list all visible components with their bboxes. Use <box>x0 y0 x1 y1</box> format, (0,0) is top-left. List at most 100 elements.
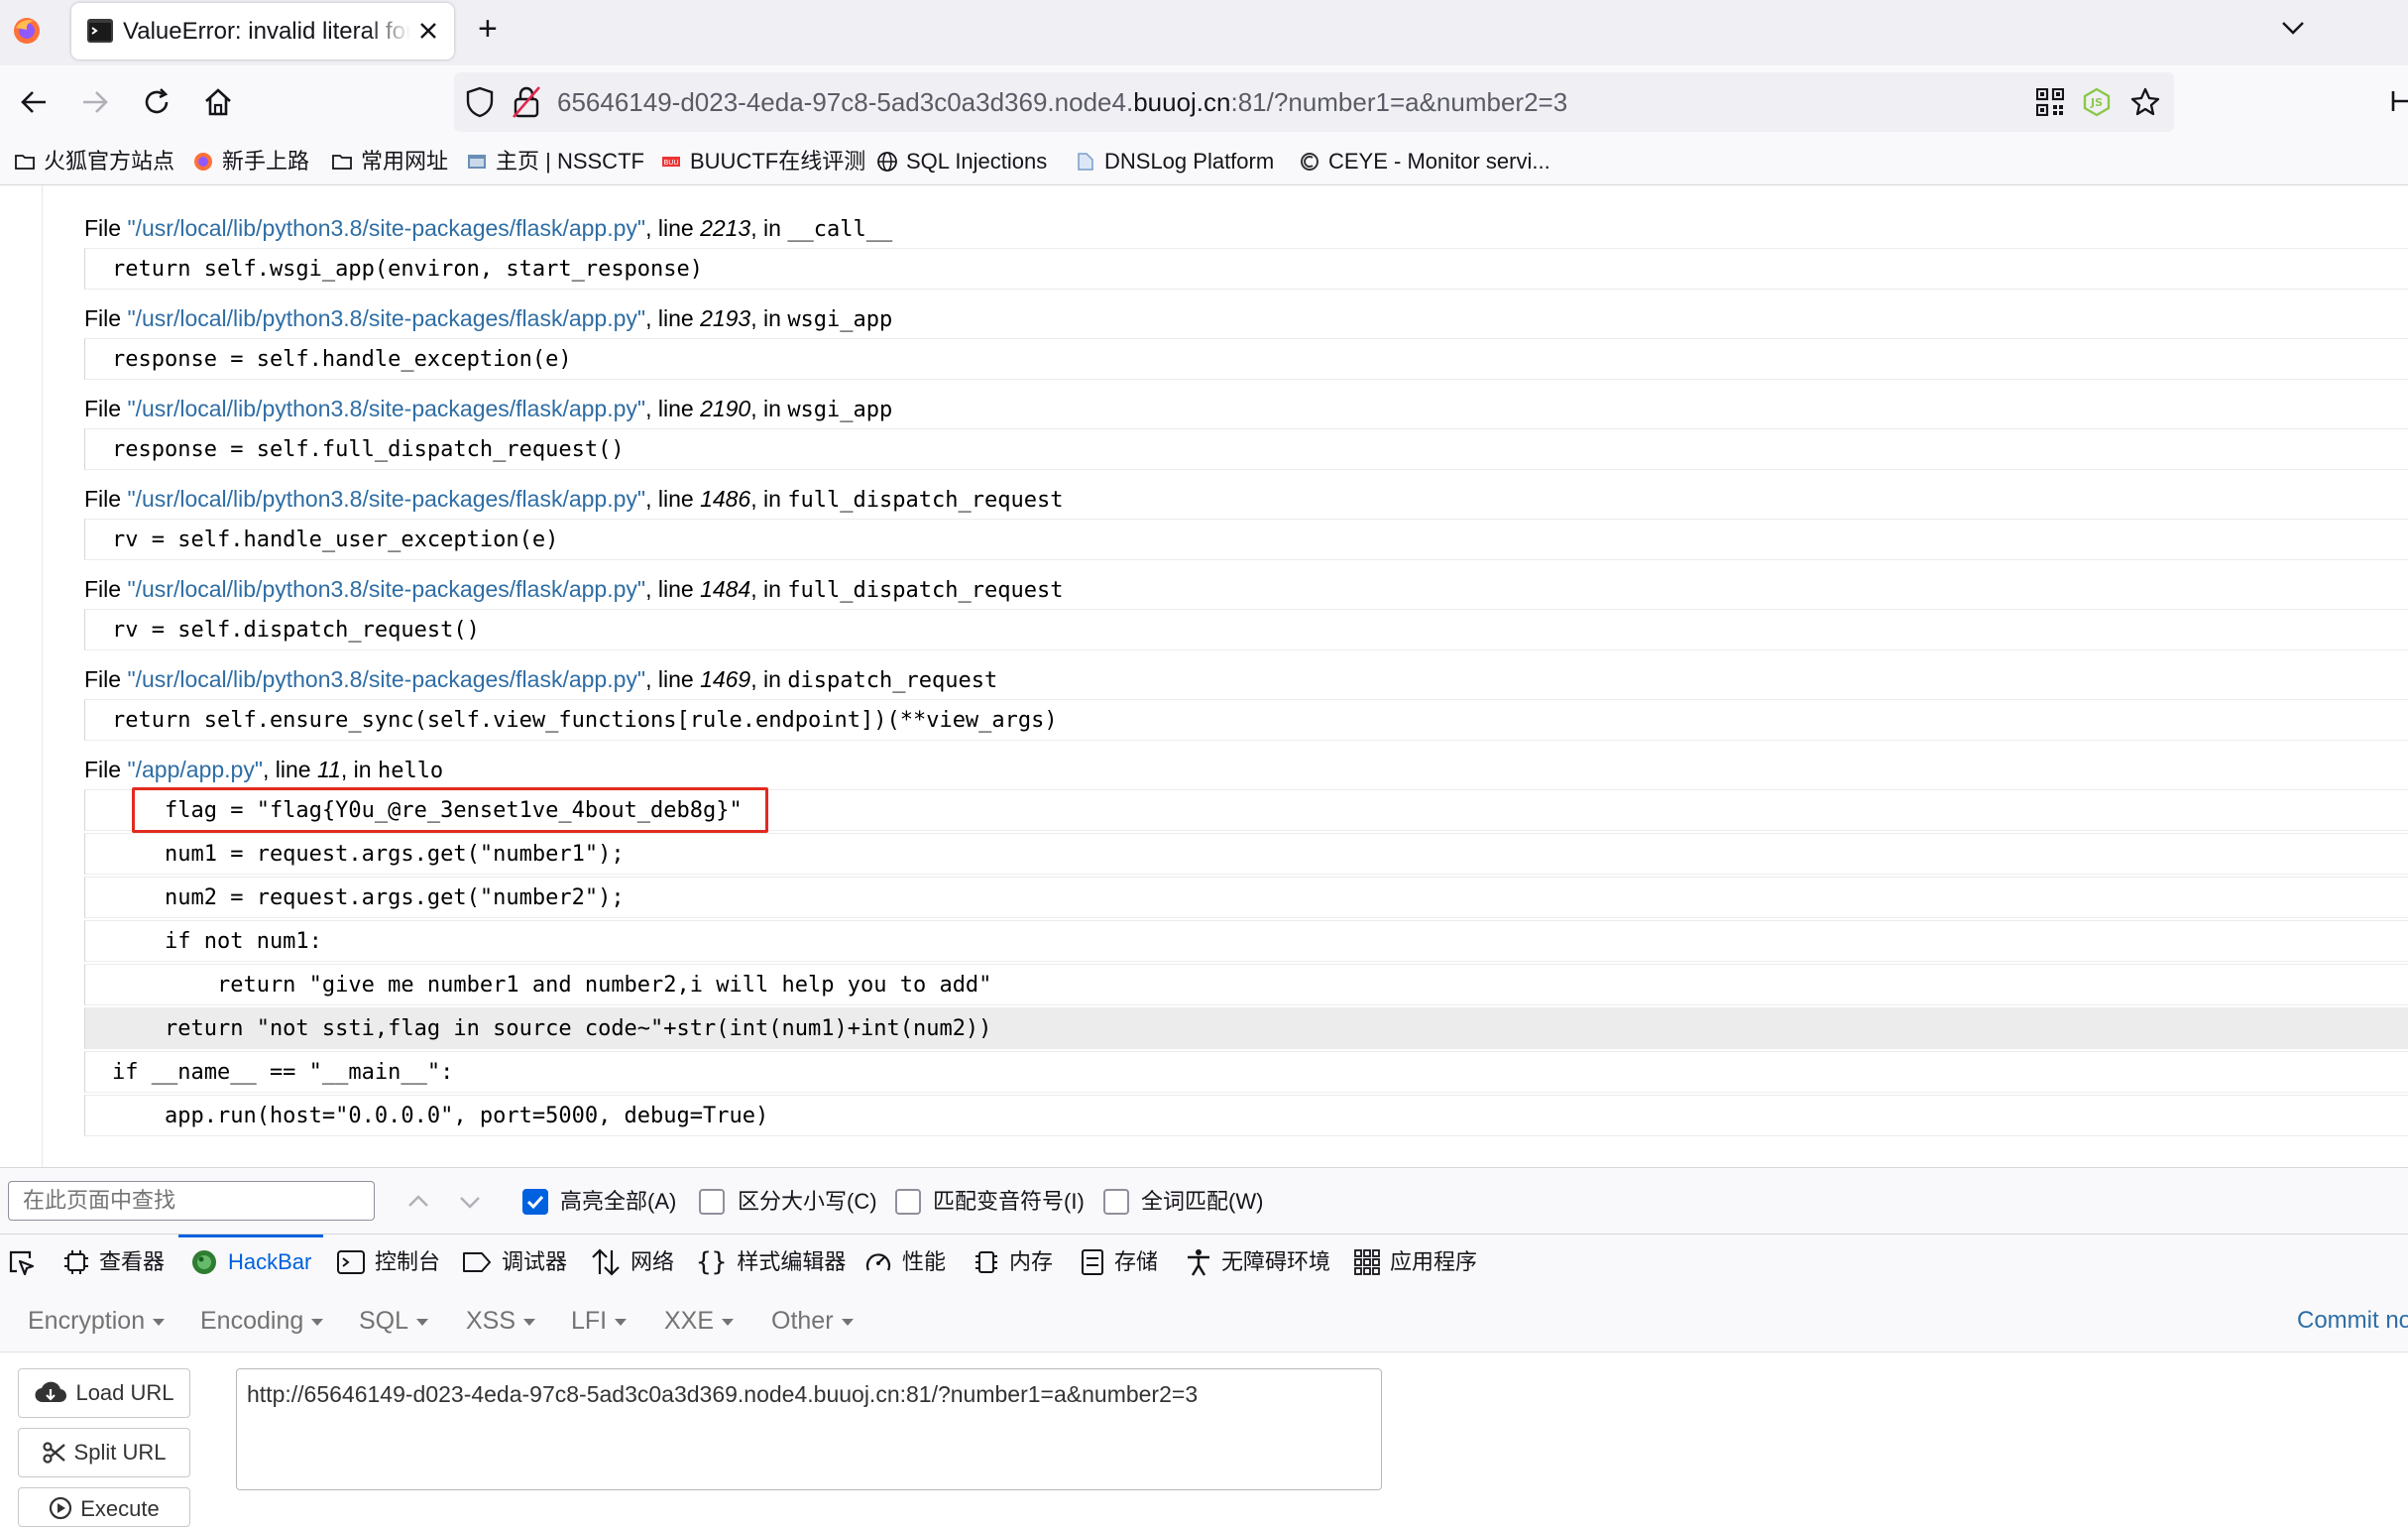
list-all-tabs-icon[interactable] <box>2280 18 2306 38</box>
bookmark-item[interactable]: 新手上路 <box>192 139 309 184</box>
hackbar-menu-xss[interactable]: XSS <box>466 1290 536 1351</box>
code-line[interactable]: rv = self.handle_user_exception(e) <box>84 519 2408 560</box>
code-line[interactable]: rv = self.dispatch_request() <box>84 609 2408 650</box>
bookmark-item[interactable]: CEYE - Monitor servi... <box>1299 139 1550 184</box>
bookmark-item[interactable]: DNSLog Platform <box>1075 139 1274 184</box>
source-line[interactable]: if __name__ == "__main__": <box>84 1051 2408 1093</box>
devtools-tab-storage[interactable]: 存储 <box>1081 1234 1158 1290</box>
debugger-icon <box>463 1252 491 1272</box>
source-line[interactable]: return "give me number1 and number2,i wi… <box>84 964 2408 1005</box>
devtools-tab-performance[interactable]: 性能 <box>864 1234 946 1290</box>
hackbar-menu-other[interactable]: Other <box>771 1290 854 1351</box>
file-link[interactable]: "/usr/local/lib/python3.8/site-packages/… <box>127 666 645 692</box>
devtools-tab-application[interactable]: 应用程序 <box>1354 1234 1477 1290</box>
caret-down-icon <box>722 1318 735 1326</box>
folder-icon <box>15 155 35 170</box>
console-icon <box>337 1250 365 1274</box>
execute-button[interactable]: Execute <box>18 1487 190 1527</box>
source-line[interactable]: if not num1: <box>84 920 2408 962</box>
frame-header: File "/usr/local/lib/python3.8/site-pack… <box>84 486 1064 513</box>
devtools-tab-inspector[interactable]: 查看器 <box>63 1234 165 1290</box>
highlight-all-checkbox[interactable] <box>522 1189 548 1215</box>
code-line[interactable]: return self.ensure_sync(self.view_functi… <box>84 699 2408 741</box>
hackbar-body: Load URL Split URL Execute http://656461… <box>0 1352 2408 1527</box>
file-link[interactable]: "/usr/local/lib/python3.8/site-packages/… <box>127 396 645 421</box>
hackbar-menu-encryption[interactable]: Encryption <box>28 1290 166 1351</box>
caret-down-icon <box>615 1318 628 1326</box>
firefox-icon[interactable] <box>12 16 42 46</box>
code-line[interactable]: response = self.full_dispatch_request() <box>84 428 2408 470</box>
source-line[interactable]: num2 = request.args.get("number2"); <box>84 877 2408 918</box>
devtools-tab-memory[interactable]: 内存 <box>974 1234 1053 1290</box>
bookmark-item[interactable]: BUU BUUCTF在线评测 <box>660 139 865 184</box>
url-text[interactable]: 65646149-d023-4eda-97c8-5ad3c0a3d369.nod… <box>557 72 1567 132</box>
devtools-tab-style-editor[interactable]: {} 样式编辑器 <box>696 1234 846 1290</box>
buuctf-icon: BUU <box>662 157 680 167</box>
bookmark-star-icon[interactable] <box>2129 86 2161 118</box>
devtools-tab-hackbar[interactable]: HackBar <box>190 1234 311 1290</box>
bookmark-item[interactable]: 主页 | NSSCTF <box>466 139 644 184</box>
application-icon <box>1354 1249 1380 1275</box>
devtools-tab-console[interactable]: 控制台 <box>337 1234 440 1290</box>
split-url-button[interactable]: Split URL <box>18 1428 190 1477</box>
caret-down-icon <box>311 1318 324 1326</box>
scissors-icon <box>42 1442 65 1464</box>
find-input[interactable] <box>8 1181 375 1221</box>
whole-words-checkbox[interactable] <box>1103 1189 1129 1215</box>
hackbar-url-textarea[interactable]: http://65646149-d023-4eda-97c8-5ad3c0a3d… <box>236 1368 1382 1490</box>
match-case-checkbox[interactable] <box>699 1189 725 1215</box>
whole-words-label[interactable]: 全词匹配(W) <box>1141 1168 1263 1234</box>
qr-code-icon[interactable] <box>2036 88 2064 116</box>
find-next-icon[interactable] <box>456 1188 484 1216</box>
match-case-label[interactable]: 区分大小写(C) <box>738 1168 877 1234</box>
checkmark-icon <box>526 1195 544 1210</box>
file-link[interactable]: "/usr/local/lib/python3.8/site-packages/… <box>127 486 645 512</box>
source-line[interactable]: num1 = request.args.get("number1"); <box>84 833 2408 875</box>
devtools-tab-network[interactable]: 网络 <box>591 1234 674 1290</box>
hackbar-menu-lfi[interactable]: LFI <box>571 1290 628 1351</box>
reload-icon[interactable] <box>141 86 172 118</box>
tracking-protection-shield-icon[interactable] <box>466 86 494 118</box>
file-link[interactable]: "/app/app.py" <box>127 757 263 782</box>
extensions-overflow-icon[interactable] <box>2389 85 2408 117</box>
close-tab-icon[interactable] <box>416 19 440 43</box>
devtools-tab-accessibility[interactable]: 无障碍环境 <box>1186 1234 1330 1290</box>
code-line[interactable]: response = self.handle_exception(e) <box>84 338 2408 380</box>
hackbar-menu-sql[interactable]: SQL <box>359 1290 429 1351</box>
accessibility-icon <box>1188 1249 1209 1276</box>
code-line[interactable]: return self.wsgi_app(environ, start_resp… <box>84 248 2408 290</box>
commit-now-link[interactable]: Commit now! <box>2297 1290 2408 1351</box>
devtools-toolbar: 查看器 HackBar 控制台 调试器 网络 {} 样式编辑器 性能 内存 存储… <box>0 1233 2408 1291</box>
bookmark-item[interactable]: SQL Injections <box>876 139 1047 184</box>
element-picker-icon[interactable] <box>8 1249 36 1277</box>
back-icon[interactable] <box>18 87 50 117</box>
match-diacritics-label[interactable]: 匹配变音符号(I) <box>933 1168 1085 1234</box>
url-bar[interactable]: 65646149-d023-4eda-97c8-5ad3c0a3d369.nod… <box>454 72 2174 132</box>
highlight-all-label[interactable]: 高亮全部(A) <box>560 1168 676 1234</box>
hackbar-menu-encoding[interactable]: Encoding <box>200 1290 324 1351</box>
find-previous-icon[interactable] <box>404 1188 432 1216</box>
source-line[interactable]: app.run(host="0.0.0.0", port=5000, debug… <box>84 1095 2408 1136</box>
file-link[interactable]: "/usr/local/lib/python3.8/site-packages/… <box>127 305 645 331</box>
tab-active[interactable]: ValueError: invalid literal for int() wi… <box>71 3 454 59</box>
new-tab-button[interactable]: + <box>478 12 498 46</box>
caret-down-icon <box>416 1318 429 1326</box>
forward-icon[interactable] <box>79 87 111 117</box>
hackbar-menu-xxe[interactable]: XXE <box>664 1290 735 1351</box>
bookmark-item[interactable]: 常用网址 <box>331 139 448 184</box>
page-content: File "/usr/local/lib/python3.8/site-pack… <box>0 185 2408 1167</box>
nodejs-extension-icon[interactable]: JS <box>2082 87 2112 117</box>
bookmarks-toolbar: 火狐官方站点 新手上路 常用网址 主页 | NSSCTF BUU BUUCTF在… <box>0 139 2408 185</box>
home-icon[interactable] <box>202 86 234 118</box>
devtools-tab-debugger[interactable]: 调试器 <box>462 1234 567 1290</box>
file-link[interactable]: "/usr/local/lib/python3.8/site-packages/… <box>127 576 645 602</box>
match-diacritics-checkbox[interactable] <box>895 1189 921 1215</box>
load-url-button[interactable]: Load URL <box>18 1368 190 1418</box>
insecure-lock-icon[interactable] <box>512 85 541 119</box>
network-icon <box>592 1248 620 1276</box>
bookmark-item[interactable]: 火狐官方站点 <box>14 139 174 184</box>
source-line-current[interactable]: return "not ssti,flag in source code~"+s… <box>84 1007 2408 1049</box>
file-link[interactable]: "/usr/local/lib/python3.8/site-packages/… <box>127 215 645 241</box>
frame-header: File "/usr/local/lib/python3.8/site-pack… <box>84 396 893 422</box>
dnslog-icon <box>1078 153 1093 171</box>
